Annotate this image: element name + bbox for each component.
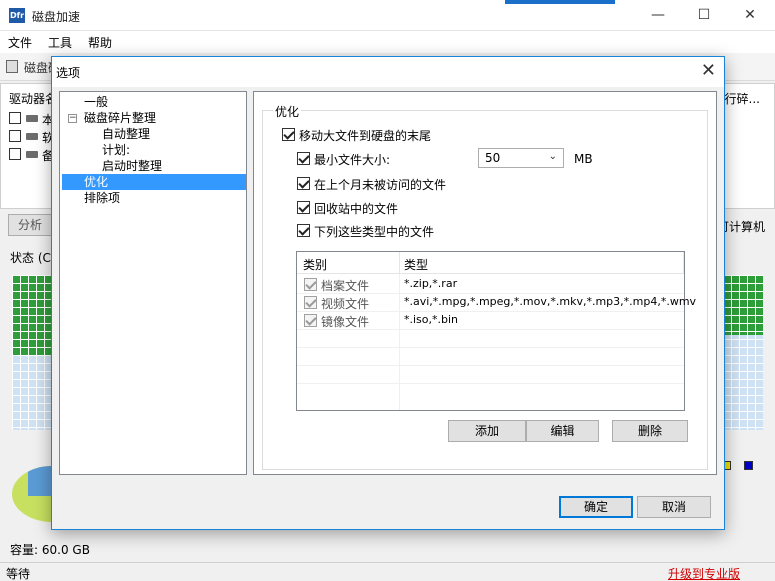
row-types: *.zip,*.rar [404, 277, 458, 290]
drive-checkbox[interactable] [9, 112, 21, 124]
maximize-button[interactable]: ☐ [681, 0, 727, 31]
tree-item-boot-defrag[interactable]: 启动时整理 [102, 158, 162, 174]
row-checkbox[interactable] [304, 278, 317, 291]
hard-drive-icon [26, 133, 38, 140]
column-header-category[interactable]: 类别 [303, 256, 327, 273]
cluster-map-used-right [723, 275, 763, 335]
analyze-button[interactable]: 分析 [8, 214, 52, 236]
disk-icon [6, 60, 18, 73]
drive-checkbox[interactable] [9, 130, 21, 142]
app-logo-icon: Dfr [9, 8, 25, 23]
row-category: 镜像文件 [321, 315, 370, 329]
minimize-button[interactable]: — [635, 0, 681, 31]
file-type-list: 类别 类型 档案文件 *.zip,*.rar 视频文件 *.avi,*.mpg,… [296, 251, 696, 411]
upgrade-link[interactable]: 升级到专业版 [668, 565, 740, 581]
column-header-type[interactable]: 类型 [404, 256, 428, 273]
list-item[interactable]: 档案文件 *.zip,*.rar [297, 276, 684, 293]
tree-item-general[interactable]: 一般 [84, 94, 108, 110]
options-dialog: 选项 ✕ 一般 − 磁盘碎片整理 自动整理 计划: 启动时整理 优化 排除项 优… [51, 56, 725, 530]
recycle-bin-checkbox[interactable] [297, 201, 310, 214]
edit-type-button[interactable]: 编辑 [526, 420, 599, 442]
delete-type-button[interactable]: 删除 [612, 420, 688, 442]
list-header: 类别 类型 [297, 252, 684, 274]
tree-item-exclusions[interactable]: 排除项 [84, 190, 120, 206]
menu-file[interactable]: 文件 [8, 34, 32, 51]
drive-list-header: 驱动器名 [9, 92, 58, 106]
row-types: *.iso,*.bin [404, 313, 459, 326]
optimize-group-title: 优化 [273, 103, 302, 120]
cluster-map-used-left [12, 275, 52, 355]
capacity-label: 容量: 60.0 GB [10, 543, 90, 557]
dialog-title: 选项 [56, 66, 81, 80]
app-title: 磁盘加速 [32, 10, 81, 24]
close-window-button[interactable]: ✕ [727, 0, 773, 31]
cancel-button[interactable]: 取消 [637, 496, 711, 518]
column-separator[interactable] [399, 252, 400, 274]
statusbar: 等待 升级到专业版 [0, 562, 775, 581]
app-titlebar: Dfr 磁盘加速 — ☐ ✕ [0, 0, 775, 31]
menu-help[interactable]: 帮助 [88, 34, 112, 51]
row-separator [297, 347, 684, 348]
file-types-checkbox[interactable] [297, 224, 310, 237]
row-category: 视频文件 [321, 297, 370, 311]
add-type-button[interactable]: 添加 [448, 420, 526, 442]
tree-item-defrag[interactable]: 磁盘碎片整理 [84, 110, 156, 126]
row-category: 档案文件 [321, 279, 370, 293]
legend-blue-swatch [744, 461, 753, 470]
chevron-down-icon: ⌄ [548, 151, 557, 162]
status-label: 状态 (C: [10, 251, 55, 265]
row-separator [297, 365, 684, 366]
tree-item-auto-defrag[interactable]: 自动整理 [102, 126, 150, 142]
column-separator[interactable] [683, 252, 684, 274]
min-file-size-checkbox[interactable] [297, 152, 310, 165]
file-types-label: 下列这些类型中的文件 [314, 225, 435, 239]
not-accessed-label: 在上个月未被访问的文件 [314, 178, 447, 192]
collapse-icon[interactable]: − [68, 114, 77, 123]
menubar: 文件 工具 帮助 [0, 31, 775, 53]
optimize-settings-pane: 优化 移动大文件到硬盘的末尾 最小文件大小: 50 ⌄ MB 在上个月未被访问的… [253, 91, 717, 475]
close-icon[interactable]: ✕ [701, 60, 716, 81]
drive-checkbox[interactable] [9, 148, 21, 160]
move-large-files-label: 移动大文件到硬盘的末尾 [299, 129, 432, 143]
tree-item-schedule[interactable]: 计划: [102, 142, 130, 158]
row-separator [297, 383, 684, 384]
list-item[interactable]: 镜像文件 *.iso,*.bin [297, 312, 684, 329]
dialog-titlebar: 选项 ✕ [52, 57, 724, 87]
hard-drive-icon [26, 151, 38, 158]
list-item[interactable]: 视频文件 *.avi,*.mpg,*.mpeg,*.mov,*.mkv,*.mp… [297, 294, 696, 311]
row-checkbox[interactable] [304, 314, 317, 327]
hard-drive-icon [26, 115, 38, 122]
not-accessed-checkbox[interactable] [297, 177, 310, 190]
row-separator [297, 329, 684, 330]
move-large-files-checkbox[interactable] [282, 128, 295, 141]
status-text: 等待 [6, 567, 31, 581]
recycle-bin-label: 回收站中的文件 [314, 202, 399, 216]
min-file-size-label: 最小文件大小: [314, 153, 391, 167]
brand-accent-bar [505, 0, 615, 4]
ok-button[interactable]: 确定 [559, 496, 633, 518]
row-types: *.avi,*.mpg,*.mpeg,*.mov,*.mkv,*.mp3,*.m… [404, 295, 697, 308]
tree-item-optimize[interactable]: 优化 [62, 174, 246, 190]
options-tree: 一般 − 磁盘碎片整理 自动整理 计划: 启动时整理 优化 排除项 [59, 91, 247, 475]
min-file-size-select[interactable]: 50 ⌄ [478, 148, 564, 168]
menu-tools[interactable]: 工具 [48, 34, 72, 51]
drive-list-header-right: 行碎... [724, 92, 760, 106]
min-file-size-unit: MB [574, 152, 593, 166]
min-file-size-value: 50 [485, 151, 501, 165]
row-checkbox[interactable] [304, 296, 317, 309]
